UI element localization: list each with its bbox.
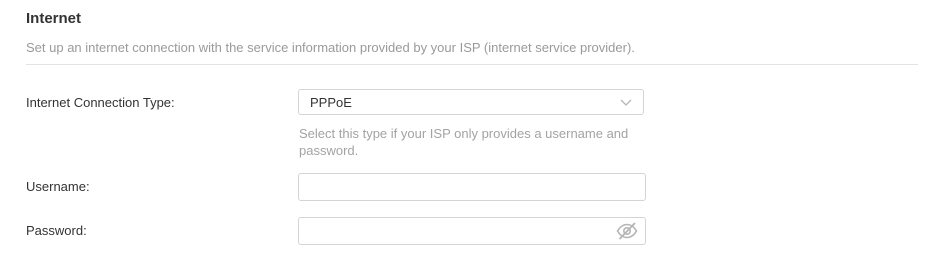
password-label: Password: — [26, 223, 87, 238]
section-divider — [26, 64, 918, 65]
eye-slash-icon[interactable] — [616, 221, 638, 241]
username-label: Username: — [26, 179, 90, 194]
connection-type-select[interactable]: PPPoE — [298, 89, 644, 115]
section-description: Set up an internet connection with the s… — [26, 40, 635, 55]
section-title: Internet — [26, 10, 82, 27]
username-input[interactable] — [298, 173, 646, 201]
connection-type-label: Internet Connection Type: — [26, 95, 175, 110]
internet-settings-panel: Internet Set up an internet connection w… — [0, 0, 945, 257]
chevron-down-icon — [620, 99, 632, 106]
connection-type-hint: Select this type if your ISP only provid… — [299, 126, 629, 158]
password-input[interactable] — [298, 217, 646, 245]
connection-type-value: PPPoE — [310, 95, 352, 110]
